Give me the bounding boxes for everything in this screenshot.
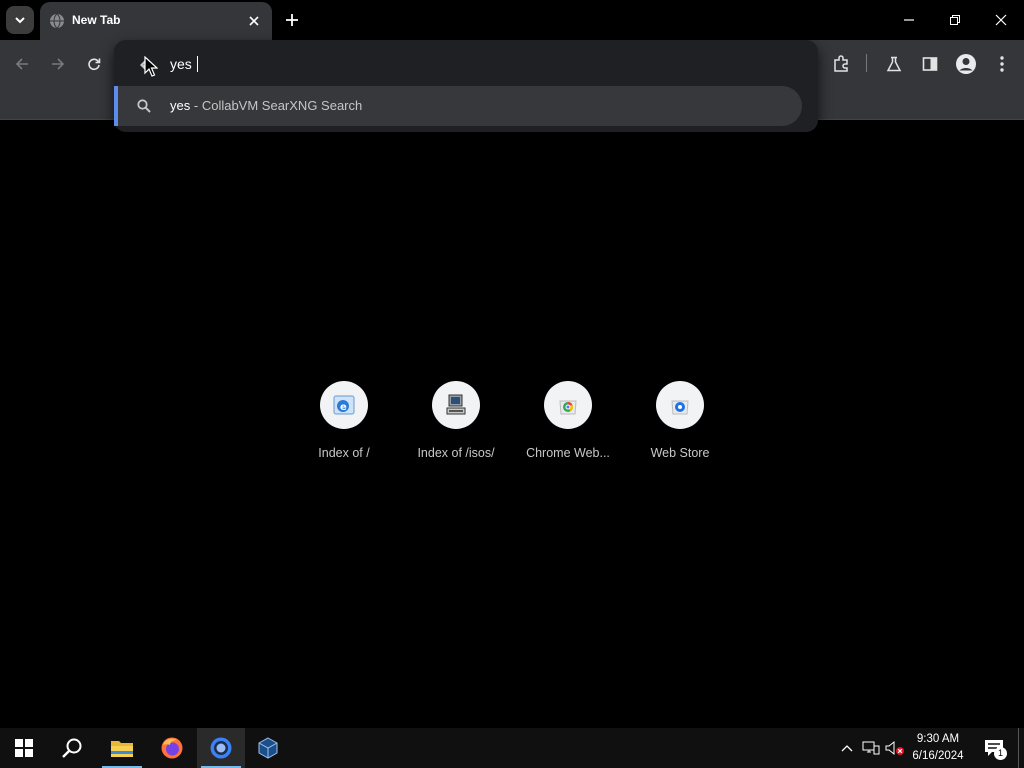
chrome-icon — [210, 737, 232, 759]
shortcut-label: Index of / — [318, 446, 370, 460]
file-explorer-icon — [111, 741, 133, 757]
omnibox-suggestion[interactable]: yes - CollabVM SearXNG Search — [114, 86, 802, 126]
forward-button[interactable] — [45, 51, 71, 77]
reload-button[interactable] — [81, 51, 107, 77]
suggestion-focus-bar — [114, 86, 118, 126]
tab-search-button[interactable] — [6, 6, 34, 34]
virtualbox-button[interactable] — [244, 728, 292, 768]
puzzle-icon — [834, 55, 848, 72]
toolbar-divider — [866, 54, 867, 72]
omnibox-dropdown: yes yes - CollabVM SearXNG Search — [114, 40, 818, 132]
shortcut-label: Chrome Web... — [526, 446, 610, 460]
avatar-icon — [956, 54, 976, 74]
chrome-web-store-icon — [559, 400, 577, 415]
chevron-up-icon — [841, 745, 853, 752]
plus-icon — [286, 14, 298, 26]
close-icon — [249, 16, 259, 26]
omnibox-input[interactable]: yes — [170, 56, 198, 72]
internet-explorer-icon: e — [333, 395, 355, 415]
svg-text:e: e — [340, 402, 347, 413]
arrow-right-icon — [52, 58, 65, 70]
omnibox-text: yes — [170, 56, 192, 72]
minimize-button[interactable] — [886, 0, 932, 40]
show-desktop-button[interactable] — [1018, 728, 1019, 768]
volume-button[interactable] — [884, 736, 906, 760]
notification-count-badge: 1 — [994, 747, 1007, 760]
suggestion-provider: CollabVM SearXNG Search — [201, 98, 363, 113]
chrome-button[interactable] — [197, 728, 245, 768]
search-icon — [137, 99, 151, 113]
flask-icon — [886, 56, 902, 72]
start-icon — [15, 739, 33, 757]
clock-date: 6/16/2024 — [912, 750, 964, 762]
back-button[interactable] — [9, 51, 35, 77]
file-explorer-button[interactable] — [98, 728, 146, 768]
action-center-button[interactable]: 1 — [978, 732, 1010, 764]
suggestion-separator: - — [193, 98, 199, 113]
search-taskbar-button[interactable] — [48, 728, 96, 768]
menu-button[interactable] — [988, 50, 1016, 78]
shortcut-icon-circle — [544, 381, 592, 429]
clock-time: 9:30 AM — [916, 733, 960, 745]
start-button[interactable] — [0, 728, 48, 768]
shortcut-icon-circle: e — [320, 381, 368, 429]
profile-button[interactable] — [952, 50, 980, 78]
more-vertical-icon — [1000, 56, 1004, 72]
shortcut-icon-circle — [656, 381, 704, 429]
firefox-button[interactable] — [148, 728, 196, 768]
close-icon — [995, 14, 1007, 26]
globe-icon — [50, 13, 64, 29]
arrow-left-icon — [15, 58, 28, 70]
new-tab-button[interactable] — [280, 8, 304, 32]
firefox-icon — [161, 737, 183, 759]
mouse-cursor-icon — [144, 56, 158, 77]
computer-icon — [446, 394, 466, 415]
tray-overflow-button[interactable] — [838, 736, 856, 760]
suggestion-query: yes — [170, 98, 191, 113]
restore-icon — [950, 15, 960, 25]
side-panel-button[interactable] — [916, 50, 944, 78]
side-panel-icon — [922, 57, 938, 71]
shortcut-tile[interactable]: Index of /isos/ — [400, 380, 512, 460]
labs-button[interactable] — [880, 50, 908, 78]
virtualbox-icon — [258, 737, 278, 759]
search-icon — [62, 738, 82, 758]
shortcut-icon-circle — [432, 381, 480, 429]
taskbar-clock[interactable]: 9:30 AM 6/16/2024 — [906, 731, 970, 765]
minimize-icon — [904, 19, 914, 21]
close-window-button[interactable] — [978, 0, 1024, 40]
shortcut-tile[interactable]: Web Store — [624, 380, 736, 460]
text-caret — [196, 56, 198, 72]
shortcut-tile[interactable]: e Index of / — [288, 380, 400, 460]
volume-muted-icon — [885, 740, 904, 756]
tab-close-button[interactable] — [244, 11, 264, 31]
tab-title: New Tab — [72, 13, 121, 27]
network-button[interactable] — [860, 736, 882, 760]
chevron-down-icon — [15, 17, 25, 24]
web-store-icon — [671, 400, 689, 415]
extensions-button[interactable] — [827, 50, 855, 78]
network-icon — [862, 741, 880, 755]
tab-new-tab[interactable]: New Tab — [40, 2, 272, 40]
reload-icon — [88, 58, 101, 71]
shortcut-tile[interactable]: Chrome Web... — [512, 380, 624, 460]
shortcut-label: Web Store — [650, 446, 710, 460]
restore-button[interactable] — [932, 0, 978, 40]
shortcut-label: Index of /isos/ — [417, 446, 495, 460]
